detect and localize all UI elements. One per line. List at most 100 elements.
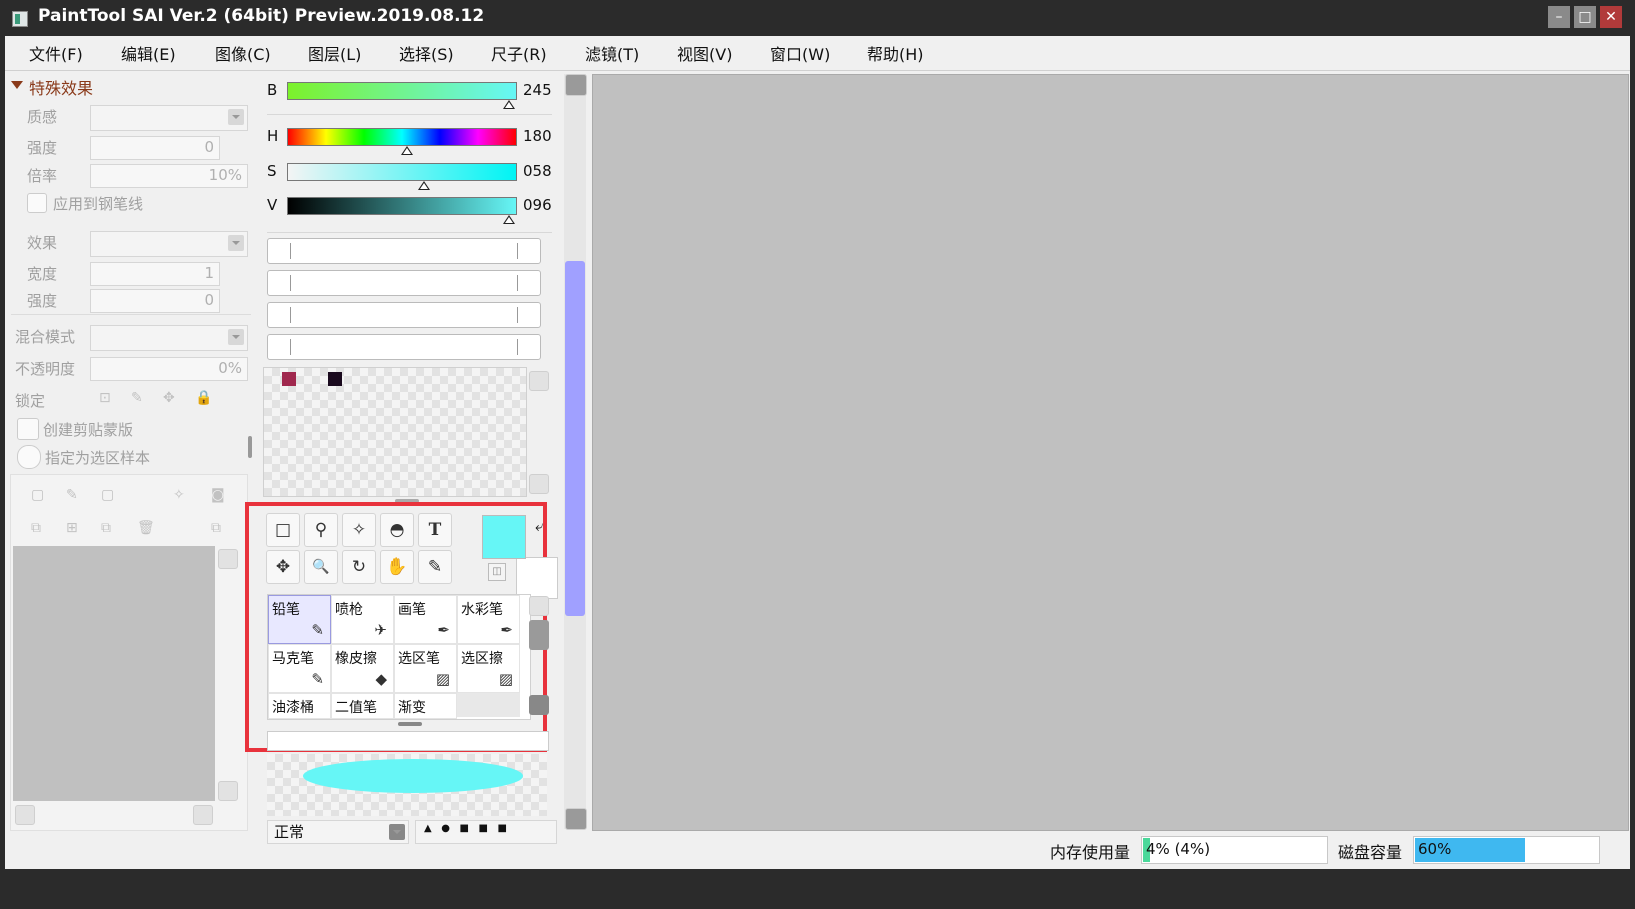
shape-tool[interactable]: ◓ bbox=[380, 513, 414, 547]
brush-pencil[interactable]: 铅笔 ✎ bbox=[268, 595, 331, 644]
lasso-tool[interactable]: ⚲ bbox=[304, 513, 338, 547]
texture-dropdown[interactable] bbox=[90, 105, 248, 131]
scroll-thumb[interactable] bbox=[565, 261, 585, 616]
zoom-tool[interactable]: 🔍 bbox=[304, 550, 338, 584]
collapse-arrow-icon[interactable] bbox=[11, 77, 23, 89]
delete-layer-icon[interactable]: 🗑 bbox=[137, 520, 155, 536]
layer-scroll-left-button[interactable] bbox=[15, 805, 35, 825]
layer-list[interactable] bbox=[13, 546, 215, 801]
panel-scrollbar[interactable] bbox=[564, 74, 587, 830]
brush-select-pen[interactable]: 选区笔 ▨ bbox=[394, 644, 457, 693]
menu-layer[interactable]: 图层(L) bbox=[308, 41, 361, 65]
brush-select-eraser[interactable]: 选区擦 ▨ bbox=[457, 644, 520, 693]
menu-file[interactable]: 文件(F) bbox=[29, 41, 83, 65]
maximize-button[interactable]: □ bbox=[1574, 6, 1596, 28]
blend-mode-dropdown[interactable] bbox=[90, 325, 248, 351]
minimize-button[interactable]: – bbox=[1548, 6, 1570, 28]
menu-ruler[interactable]: 尺子(R) bbox=[491, 41, 547, 65]
background-color-swatch[interactable] bbox=[516, 557, 558, 599]
merge-layer-icon[interactable]: ⧉ bbox=[101, 520, 111, 536]
strength1-field[interactable]: 0 bbox=[90, 136, 220, 160]
width-field[interactable]: 1 bbox=[90, 262, 220, 286]
empty-slider-1[interactable] bbox=[267, 238, 541, 264]
slider-h-bar[interactable] bbox=[287, 128, 517, 146]
scroll-up-button[interactable] bbox=[565, 74, 587, 96]
layer-mask-icon[interactable]: ◙ bbox=[211, 487, 225, 503]
slider-h-thumb[interactable] bbox=[401, 146, 413, 155]
menu-filter[interactable]: 滤镜(T) bbox=[585, 41, 639, 65]
menu-edit[interactable]: 编辑(E) bbox=[121, 41, 176, 65]
swatch-color-1[interactable] bbox=[282, 372, 296, 386]
brush-marker[interactable]: 马克笔 ✎ bbox=[268, 644, 331, 693]
slider-b-thumb[interactable] bbox=[503, 100, 515, 109]
slider-b-bar[interactable] bbox=[287, 82, 517, 100]
rect-select-tool[interactable]: □ bbox=[266, 513, 300, 547]
lock-move-icon[interactable]: ✥ bbox=[163, 390, 175, 406]
panel-splitter-handle[interactable] bbox=[248, 436, 252, 458]
effect-dropdown[interactable] bbox=[90, 231, 248, 257]
menu-select[interactable]: 选择(S) bbox=[399, 41, 454, 65]
brush-eraser[interactable]: 橡皮擦 ◆ bbox=[331, 644, 394, 693]
brush-bucket[interactable]: 油漆桶 bbox=[268, 693, 331, 719]
rotate-tool[interactable]: ↻ bbox=[342, 550, 376, 584]
lock-transparency-icon[interactable]: ⊡ bbox=[99, 390, 111, 406]
close-button[interactable]: ✕ bbox=[1600, 6, 1622, 28]
slider-s-bar[interactable] bbox=[287, 163, 517, 181]
empty-slider-2[interactable] bbox=[267, 270, 541, 296]
slider-v-thumb[interactable] bbox=[503, 215, 515, 224]
new-vector-layer-icon[interactable]: ✎ bbox=[66, 487, 78, 503]
menu-view[interactable]: 视图(V) bbox=[677, 41, 732, 65]
brush-mode-dropdown[interactable]: 正常 bbox=[267, 820, 409, 844]
lock-draw-icon[interactable]: ✎ bbox=[131, 390, 143, 406]
empty-slider-3[interactable] bbox=[267, 302, 541, 328]
menu-help[interactable]: 帮助(H) bbox=[867, 41, 924, 65]
brush-shape-selector[interactable]: ▲ ● ■ ■ ■ bbox=[415, 820, 557, 844]
swap-colors-icon[interactable]: ⤶ bbox=[535, 517, 543, 535]
splitter-handle[interactable] bbox=[398, 722, 422, 726]
canvas-area[interactable] bbox=[592, 74, 1629, 831]
menu-image[interactable]: 图像(C) bbox=[215, 41, 271, 65]
layer-scroll-up-button[interactable] bbox=[218, 549, 238, 569]
text-tool[interactable]: T bbox=[418, 513, 452, 547]
strength2-field[interactable]: 0 bbox=[90, 289, 220, 313]
swatch-palette[interactable] bbox=[263, 367, 527, 497]
new-folder-icon[interactable]: ▢ bbox=[101, 487, 114, 503]
brush-size-bar[interactable] bbox=[267, 731, 549, 751]
lock-all-icon[interactable]: 🔒 bbox=[195, 390, 212, 406]
new-layer-icon[interactable]: ▢ bbox=[31, 487, 44, 503]
brush-scroll-up-button[interactable] bbox=[529, 596, 549, 616]
layer-scroll-down-button[interactable] bbox=[218, 781, 238, 801]
swatch-color-2[interactable] bbox=[328, 372, 342, 386]
copy-layer-icon[interactable]: ⧉ bbox=[31, 520, 41, 536]
empty-slider-4[interactable] bbox=[267, 334, 541, 360]
rate-field[interactable]: 10% bbox=[90, 164, 248, 188]
eyedropper-tool[interactable]: ✎ bbox=[418, 550, 452, 584]
divider bbox=[11, 314, 251, 315]
apply-pen-checkbox[interactable] bbox=[27, 193, 47, 213]
menu-window[interactable]: 窗口(W) bbox=[770, 41, 830, 65]
move-tool[interactable]: ✥ bbox=[266, 550, 300, 584]
foreground-color-swatch[interactable] bbox=[482, 515, 526, 559]
layer-scroll-right-button[interactable] bbox=[193, 805, 213, 825]
layer-effect-icon[interactable]: ✧ bbox=[173, 487, 185, 503]
brush-brush[interactable]: 画笔 ✒ bbox=[394, 595, 457, 644]
slider-s-thumb[interactable] bbox=[418, 181, 430, 190]
brush-watercolor[interactable]: 水彩笔 ✒ bbox=[457, 595, 520, 644]
clip-mask-checkbox[interactable] bbox=[17, 418, 39, 440]
brush-binary-pen[interactable]: 二值笔 bbox=[331, 693, 394, 719]
hand-tool[interactable]: ✋ bbox=[380, 550, 414, 584]
slider-v-bar[interactable] bbox=[287, 197, 517, 215]
swatch-scroll-up-button[interactable] bbox=[529, 371, 549, 391]
brush-scroll-thumb[interactable] bbox=[529, 620, 549, 650]
brush-gradient[interactable]: 渐变 bbox=[394, 693, 457, 719]
apply-mask-icon[interactable]: ⧉ bbox=[211, 520, 221, 536]
opacity-field[interactable]: 0% bbox=[90, 357, 248, 381]
reset-colors-icon[interactable]: ◫ bbox=[488, 563, 506, 581]
swatch-scroll-down-button[interactable] bbox=[529, 474, 549, 494]
select-sample-radio[interactable] bbox=[17, 445, 41, 469]
scroll-down-button[interactable] bbox=[565, 808, 587, 830]
magic-wand-tool[interactable]: ✧ bbox=[342, 513, 376, 547]
brush-airbrush[interactable]: 喷枪 ✈ bbox=[331, 595, 394, 644]
add-layer-icon[interactable]: ⊞ bbox=[66, 520, 78, 536]
brush-scroll-down-button[interactable] bbox=[529, 695, 549, 715]
